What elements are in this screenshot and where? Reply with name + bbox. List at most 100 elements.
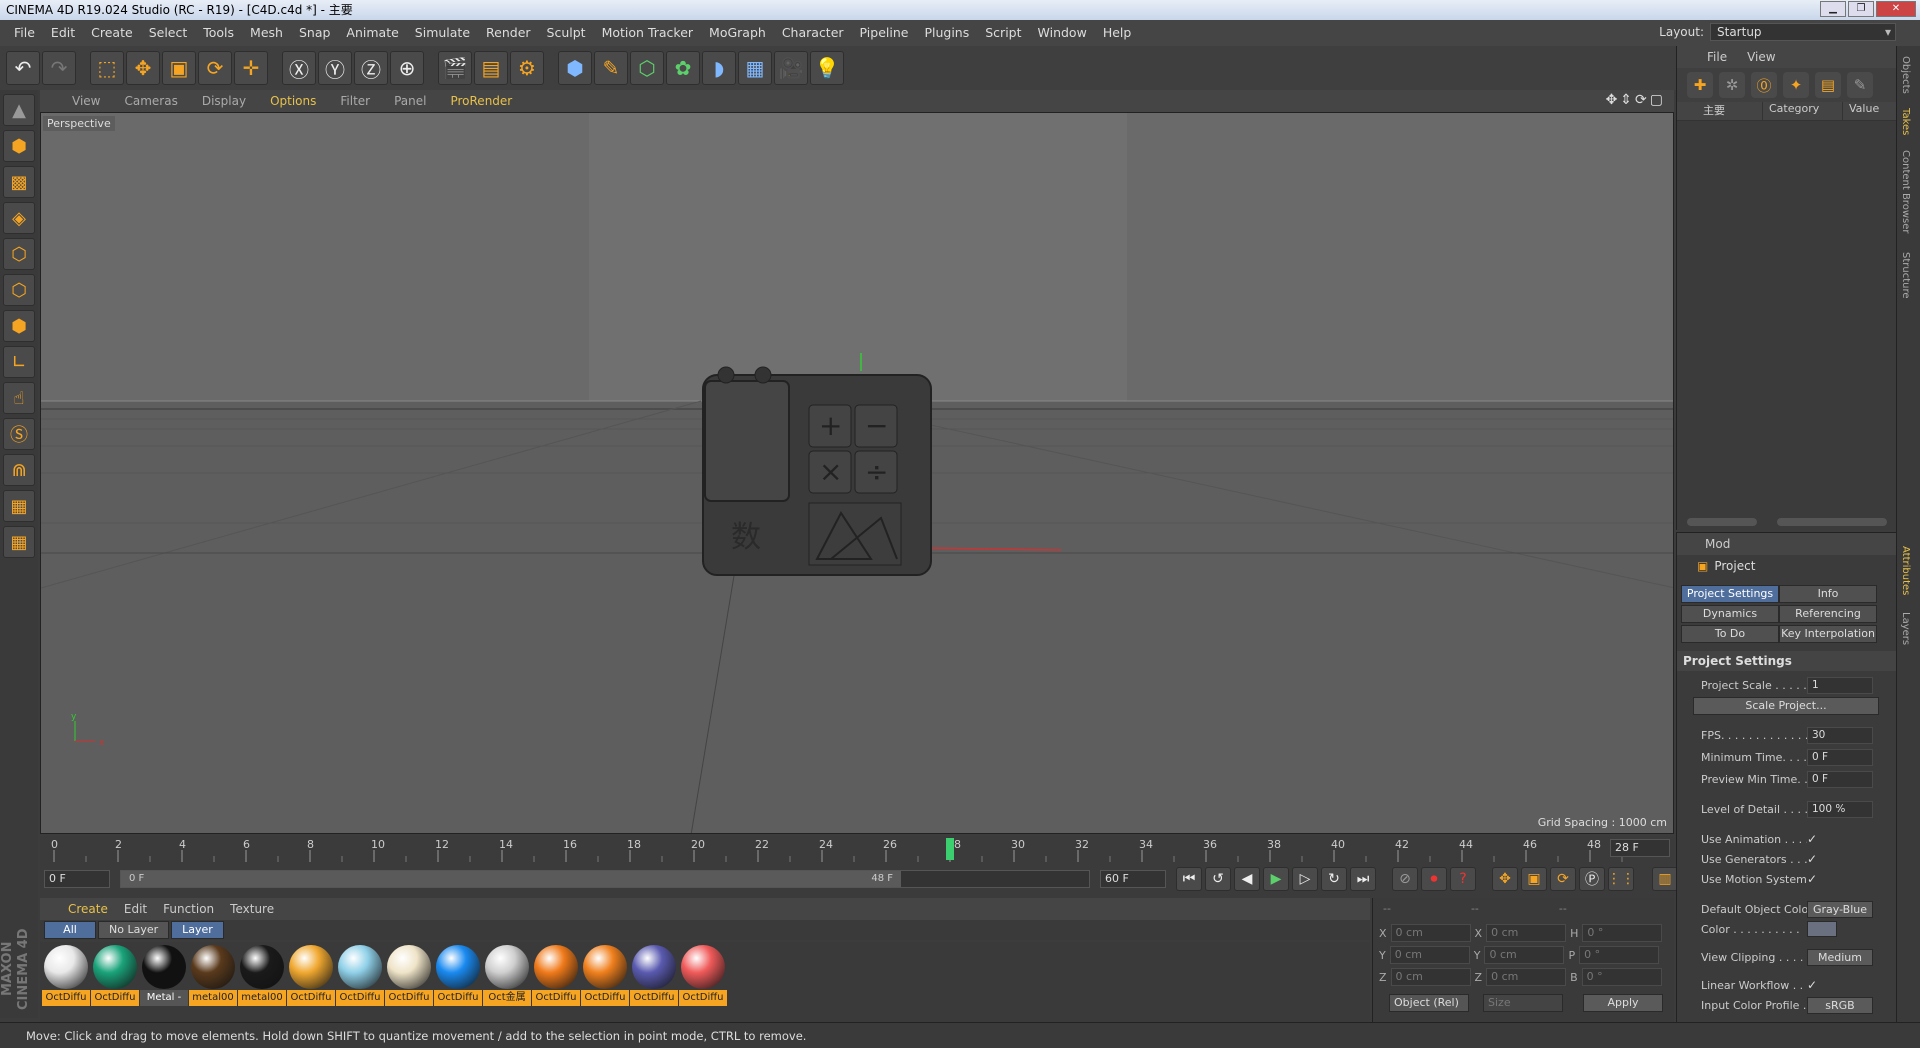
last-tool-icon[interactable]: ✛ [234,51,268,85]
timeline-ruler[interactable]: 0246810121416182022242628303234363840424… [40,836,1674,862]
material-menu-function[interactable]: Function [155,902,222,916]
coord-rotation-h-field[interactable]: 0 ° [1582,924,1663,942]
material-swatch[interactable]: OctDiffu [385,942,433,1006]
floor-icon[interactable]: ▦ [738,51,772,85]
render-view-icon[interactable]: 🎬 [438,51,472,85]
render-setting-icon[interactable]: ▤ [1815,72,1841,98]
coord-size-x-field[interactable]: 0 cm [1486,924,1567,942]
snap-icon[interactable]: ⋒ [3,454,35,486]
side-tab-content-browser[interactable]: Content Browser [1900,150,1911,233]
xpresso-icon[interactable]: ⓪ [1751,72,1777,98]
scale-project-button[interactable]: Scale Project... [1693,697,1879,715]
material-swatch[interactable]: metal00 [189,942,237,1006]
redo-icon[interactable]: ↷ [42,51,76,85]
object-scrollbar[interactable] [1687,518,1757,526]
keyframe-selection-icon[interactable]: ? [1450,867,1476,891]
material-swatch[interactable]: OctDiffu [434,942,482,1006]
undo-icon[interactable]: ↶ [6,51,40,85]
menu-mograph[interactable]: MoGraph [701,20,774,46]
rotate-tool-icon[interactable]: ⟳ [198,51,232,85]
menu-window[interactable]: Window [1030,20,1095,46]
autokey-icon[interactable]: ⏺ [1421,867,1447,891]
render-settings-icon[interactable]: ⚙ [510,51,544,85]
tab-dynamics[interactable]: Dynamics [1681,605,1779,623]
side-tab-layers[interactable]: Layers [1900,612,1911,645]
coord-apply-button[interactable]: Apply [1583,994,1663,1012]
tab-key-interpolation[interactable]: Key Interpolation [1779,625,1877,643]
fps-field[interactable]: 30 [1807,726,1873,744]
prev-frame-icon[interactable]: ◀ [1234,867,1260,891]
material-tab-all[interactable]: All [44,921,96,939]
deformer-icon[interactable]: ◗ [702,51,736,85]
move-tool-icon[interactable]: ✥ [126,51,160,85]
side-tab-takes[interactable]: Takes [1900,108,1911,135]
workplane-icon[interactable]: ◈ [3,202,35,234]
polygons-mode-icon[interactable]: ⬢ [3,310,35,342]
menu-tools[interactable]: Tools [195,20,242,46]
key-pla-icon[interactable]: ⋮⋮ [1607,867,1635,891]
points-mode-icon[interactable]: ⬡ [3,238,35,270]
material-swatch[interactable]: Oct金属 [483,942,531,1006]
material-menu-edit[interactable]: Edit [116,902,155,916]
attribute-mode-menu[interactable]: Mod [1705,537,1730,551]
coord-rotation-p-field[interactable]: 0 ° [1579,946,1660,964]
texture-mode-icon[interactable]: ▩ [3,166,35,198]
material-tab-no-layer[interactable]: No Layer [98,921,170,939]
preview-range-handle[interactable]: 0 F 48 F [121,871,901,887]
menu-file[interactable]: File [6,20,43,46]
tab-project-settings[interactable]: Project Settings [1681,585,1779,603]
add-object-icon[interactable]: ✚ [1687,72,1713,98]
start-frame-field[interactable]: 0 F [44,870,110,888]
material-swatch[interactable]: OctDiffu [336,942,384,1006]
coord-mode-select[interactable]: Object (Rel) [1389,994,1469,1012]
z-axis-lock-icon[interactable]: Ⓩ [354,51,388,85]
key-rotation-icon[interactable]: ⟳ [1550,867,1576,891]
camera-icon[interactable]: 🎥 [774,51,808,85]
light-icon[interactable]: 💡 [810,51,844,85]
side-tab-structure[interactable]: Structure [1900,252,1911,299]
goto-end-icon[interactable]: ⏭ [1350,867,1376,891]
menu-select[interactable]: Select [141,20,196,46]
object-filter-icon[interactable]: ✲ [1719,72,1745,98]
coord-size-select[interactable]: Size [1483,994,1563,1012]
material-menu-create[interactable]: Create [60,902,116,916]
tab-referencing[interactable]: Referencing [1779,605,1877,623]
menu-edit[interactable]: Edit [43,20,83,46]
override-icon[interactable]: ✎ [1847,72,1873,98]
menu-sculpt[interactable]: Sculpt [539,20,594,46]
viewport-menu-cameras[interactable]: Cameras [112,94,189,108]
side-tab-attributes[interactable]: Attributes [1900,546,1911,595]
material-swatch[interactable]: OctDiffu [581,942,629,1006]
object-column-value[interactable]: Value [1843,102,1879,120]
menu-simulate[interactable]: Simulate [407,20,478,46]
array-generator-icon[interactable]: ✿ [666,51,700,85]
object-column-name[interactable]: 主要 [1677,102,1763,120]
linear-workflow-checkbox[interactable]: ✓ [1807,978,1821,992]
tab-to-do[interactable]: To Do [1681,625,1779,643]
viewport-menu-display[interactable]: Display [190,94,258,108]
goto-start-icon[interactable]: ⏮ [1176,867,1202,891]
object-menu-view[interactable]: View [1747,50,1775,64]
menu-pipeline[interactable]: Pipeline [852,20,917,46]
tweak-mode-icon[interactable]: ☝ [3,382,35,414]
x-axis-lock-icon[interactable]: Ⓧ [282,51,316,85]
preview-min-time-field[interactable]: 0 F [1807,770,1873,788]
next-key-icon[interactable]: ↻ [1321,867,1347,891]
current-frame-field[interactable]: 28 F [1610,839,1670,857]
planar-workplane-icon[interactable]: ▦ [3,526,35,558]
prev-key-icon[interactable]: ↺ [1205,867,1231,891]
use-generators-checkbox[interactable]: ✓ [1807,852,1821,866]
menu-help[interactable]: Help [1095,20,1140,46]
viewport-menu-options[interactable]: Options [258,94,328,108]
y-axis-lock-icon[interactable]: Ⓨ [318,51,352,85]
material-swatch[interactable]: OctDiffu [42,942,90,1006]
menu-mesh[interactable]: Mesh [242,20,291,46]
subdivision-surface-icon[interactable]: ⬡ [630,51,664,85]
coord-position-z-field[interactable]: 0 cm [1390,968,1471,986]
menu-script[interactable]: Script [977,20,1029,46]
view-clipping-select[interactable]: Medium [1807,948,1873,966]
level-of-detail-field[interactable]: 100 % [1807,800,1873,818]
close-button[interactable]: ✕ [1876,1,1916,17]
material-swatch[interactable]: Metal - [140,942,188,1006]
key-position-icon[interactable]: ✥ [1492,867,1518,891]
